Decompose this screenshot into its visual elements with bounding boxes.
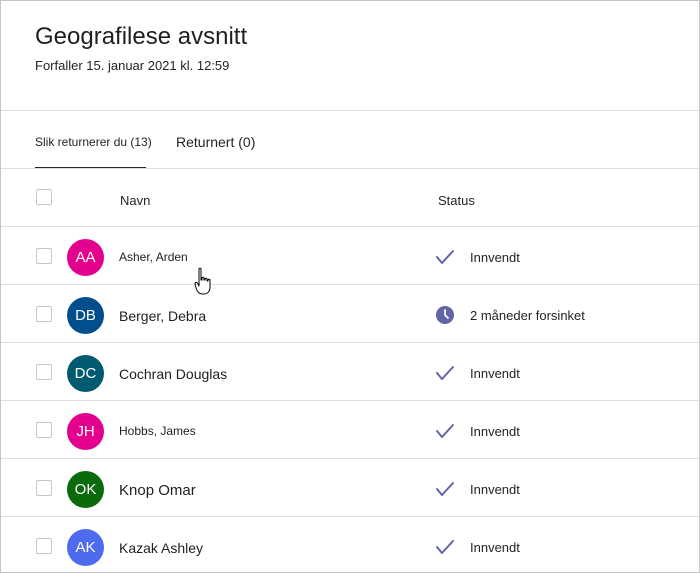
row-divider bbox=[1, 458, 699, 459]
header-divider bbox=[1, 110, 699, 111]
tabs-divider bbox=[1, 168, 699, 169]
tab-returned[interactable]: Returnert (0) bbox=[176, 134, 255, 150]
row-divider bbox=[1, 342, 699, 343]
column-header-status: Status bbox=[438, 193, 475, 208]
row-checkbox[interactable] bbox=[36, 306, 52, 322]
table-row[interactable]: AA Asher, Arden Innvendt bbox=[1, 228, 699, 286]
status-text: 2 måneder forsinket bbox=[470, 308, 585, 323]
status-text: Innvendt bbox=[470, 482, 520, 497]
tab-to-return[interactable]: Slik returnerer du (13) bbox=[35, 135, 152, 149]
check-icon bbox=[436, 482, 454, 496]
avatar: AK bbox=[67, 529, 104, 566]
row-checkbox[interactable] bbox=[36, 538, 52, 554]
select-all-checkbox[interactable] bbox=[36, 189, 52, 205]
status-text: Innvendt bbox=[470, 366, 520, 381]
hand-cursor-icon bbox=[194, 267, 211, 295]
student-name[interactable]: Berger, Debra bbox=[119, 308, 206, 324]
student-name[interactable]: Knop Omar bbox=[119, 482, 196, 499]
table-row[interactable]: JH Hobbs, James Innvendt bbox=[1, 402, 699, 460]
due-date: Forfaller 15. januar 2021 kl. 12:59 bbox=[35, 58, 230, 73]
row-checkbox[interactable] bbox=[36, 248, 52, 264]
student-name[interactable]: Kazak Ashley bbox=[119, 540, 203, 556]
avatar: AA bbox=[67, 239, 104, 276]
row-divider bbox=[1, 400, 699, 401]
avatar: OK bbox=[67, 471, 104, 508]
row-checkbox[interactable] bbox=[36, 422, 52, 438]
status-text: Innvendt bbox=[470, 540, 520, 555]
student-name[interactable]: Asher, Arden bbox=[119, 250, 188, 264]
table-header-divider bbox=[1, 226, 699, 227]
avatar: JH bbox=[67, 413, 104, 450]
assignment-panel: Geografilese avsnitt Forfaller 15. janua… bbox=[0, 0, 700, 573]
check-icon bbox=[436, 424, 454, 438]
avatar: DC bbox=[67, 355, 104, 392]
row-divider bbox=[1, 516, 699, 517]
row-checkbox[interactable] bbox=[36, 480, 52, 496]
table-row[interactable]: OK Knop Omar Innvendt bbox=[1, 460, 699, 518]
check-icon bbox=[436, 366, 454, 380]
student-name[interactable]: Hobbs, James bbox=[119, 424, 196, 438]
status-text: Innvendt bbox=[470, 424, 520, 439]
clock-icon bbox=[436, 306, 454, 324]
status-text: Innvendt bbox=[470, 250, 520, 265]
table-row[interactable]: DC Cochran Douglas Innvendt bbox=[1, 344, 699, 402]
avatar: DB bbox=[67, 297, 104, 334]
column-header-name: Navn bbox=[120, 193, 151, 208]
table-row[interactable]: DB Berger, Debra 2 måneder forsinket bbox=[1, 286, 699, 344]
check-icon bbox=[436, 250, 454, 264]
check-icon bbox=[436, 540, 454, 554]
row-checkbox[interactable] bbox=[36, 364, 52, 380]
row-divider bbox=[1, 284, 699, 285]
assignment-title: Geografilese avsnitt bbox=[35, 23, 248, 50]
student-name[interactable]: Cochran Douglas bbox=[119, 366, 227, 382]
table-row[interactable]: AK Kazak Ashley Innvendt bbox=[1, 518, 699, 572]
